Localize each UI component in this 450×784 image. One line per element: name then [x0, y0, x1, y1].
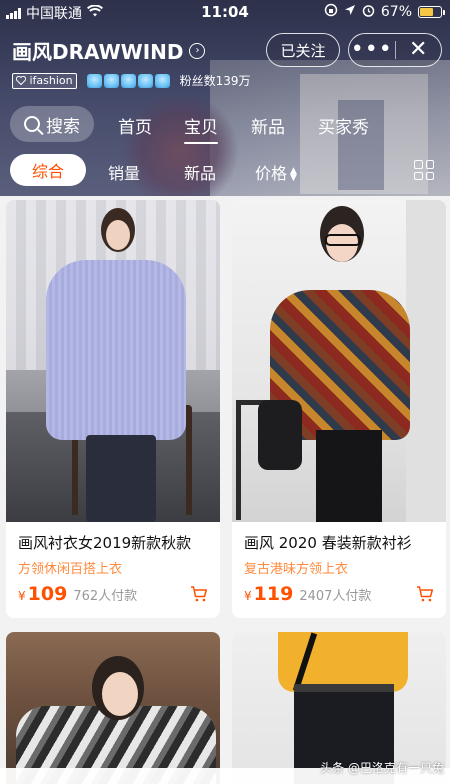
buyer-count: 762人付款: [73, 589, 138, 604]
status-bar: 中国联通 11:04 67%: [0, 0, 450, 24]
crown-icon: [137, 73, 153, 88]
battery-icon: [418, 6, 445, 18]
product-card[interactable]: [6, 632, 220, 784]
product-card[interactable]: 画风 2020 春装新款衬衫 复古港味方领上衣 ¥119 2407人付款: [232, 200, 446, 618]
product-price: ¥109: [18, 583, 68, 605]
alarm-icon: [362, 4, 375, 21]
crown-icon: [154, 73, 170, 88]
chevron-right-icon: ›: [189, 42, 206, 59]
fan-count: 粉丝数139万: [179, 74, 251, 88]
tab-buyer-show[interactable]: 买家秀: [318, 113, 369, 138]
shop-nav: 搜索: [10, 106, 94, 142]
grid-view-icon[interactable]: [414, 160, 434, 180]
crown-icon: [86, 73, 102, 88]
tab-items[interactable]: 宝贝: [184, 113, 218, 144]
capsule-menu: ••• ✕: [348, 33, 442, 67]
sort-arrows-icon: ▲ ▼: [290, 165, 297, 183]
location-icon: [344, 4, 356, 20]
cart-icon[interactable]: [190, 585, 208, 603]
product-title: 画风衬衣女2019新款秋款: [18, 534, 192, 552]
product-title: 画风 2020 春装新款衬衫: [244, 534, 412, 552]
buyer-count: 2407人付款: [299, 589, 372, 604]
search-button[interactable]: 搜索: [10, 106, 94, 142]
close-button[interactable]: ✕: [396, 35, 442, 65]
crown-rating: [86, 73, 170, 88]
more-button[interactable]: •••: [349, 35, 395, 65]
shop-name-link[interactable]: 画风DRAWWIND ›: [12, 36, 206, 65]
tab-new[interactable]: 新品: [251, 113, 285, 138]
product-image: [6, 632, 220, 784]
shop-badges: ifashion 粉丝数139万: [12, 72, 251, 89]
product-image: [6, 200, 220, 522]
product-grid: 画风衬衣女2019新款秋款 方领休闲百搭上衣 ¥109 762人付款 画风 20…: [0, 196, 450, 784]
sort-default[interactable]: 综合: [10, 154, 86, 186]
tab-home[interactable]: 首页: [118, 113, 152, 138]
platform-badge: ifashion: [12, 72, 77, 89]
sort-price[interactable]: 价格 ▲ ▼: [255, 160, 297, 184]
product-tag: 方领休闲百搭上衣: [18, 562, 123, 577]
product-price: ¥119: [244, 583, 294, 605]
crown-icon: [120, 73, 136, 88]
search-icon: [24, 116, 40, 132]
product-card[interactable]: 画风衬衣女2019新款秋款 方领休闲百搭上衣 ¥109 762人付款: [6, 200, 220, 618]
sort-sales[interactable]: 销量: [108, 160, 140, 184]
watermark: 头条 @巴洛克有一只兔: [320, 761, 444, 775]
sort-new[interactable]: 新品: [184, 160, 216, 184]
product-image: [232, 200, 446, 522]
rotation-lock-icon: [324, 3, 338, 21]
sort-bar: 综合 销量 新品 价格 ▲ ▼: [0, 150, 450, 190]
battery-percent: 67%: [380, 4, 412, 20]
cart-icon[interactable]: [416, 585, 434, 603]
shop-name: 画风DRAWWIND: [12, 40, 184, 64]
follow-button[interactable]: 已关注: [266, 33, 340, 67]
crown-icon: [103, 73, 119, 88]
product-tag: 复古港味方领上衣: [244, 562, 349, 577]
